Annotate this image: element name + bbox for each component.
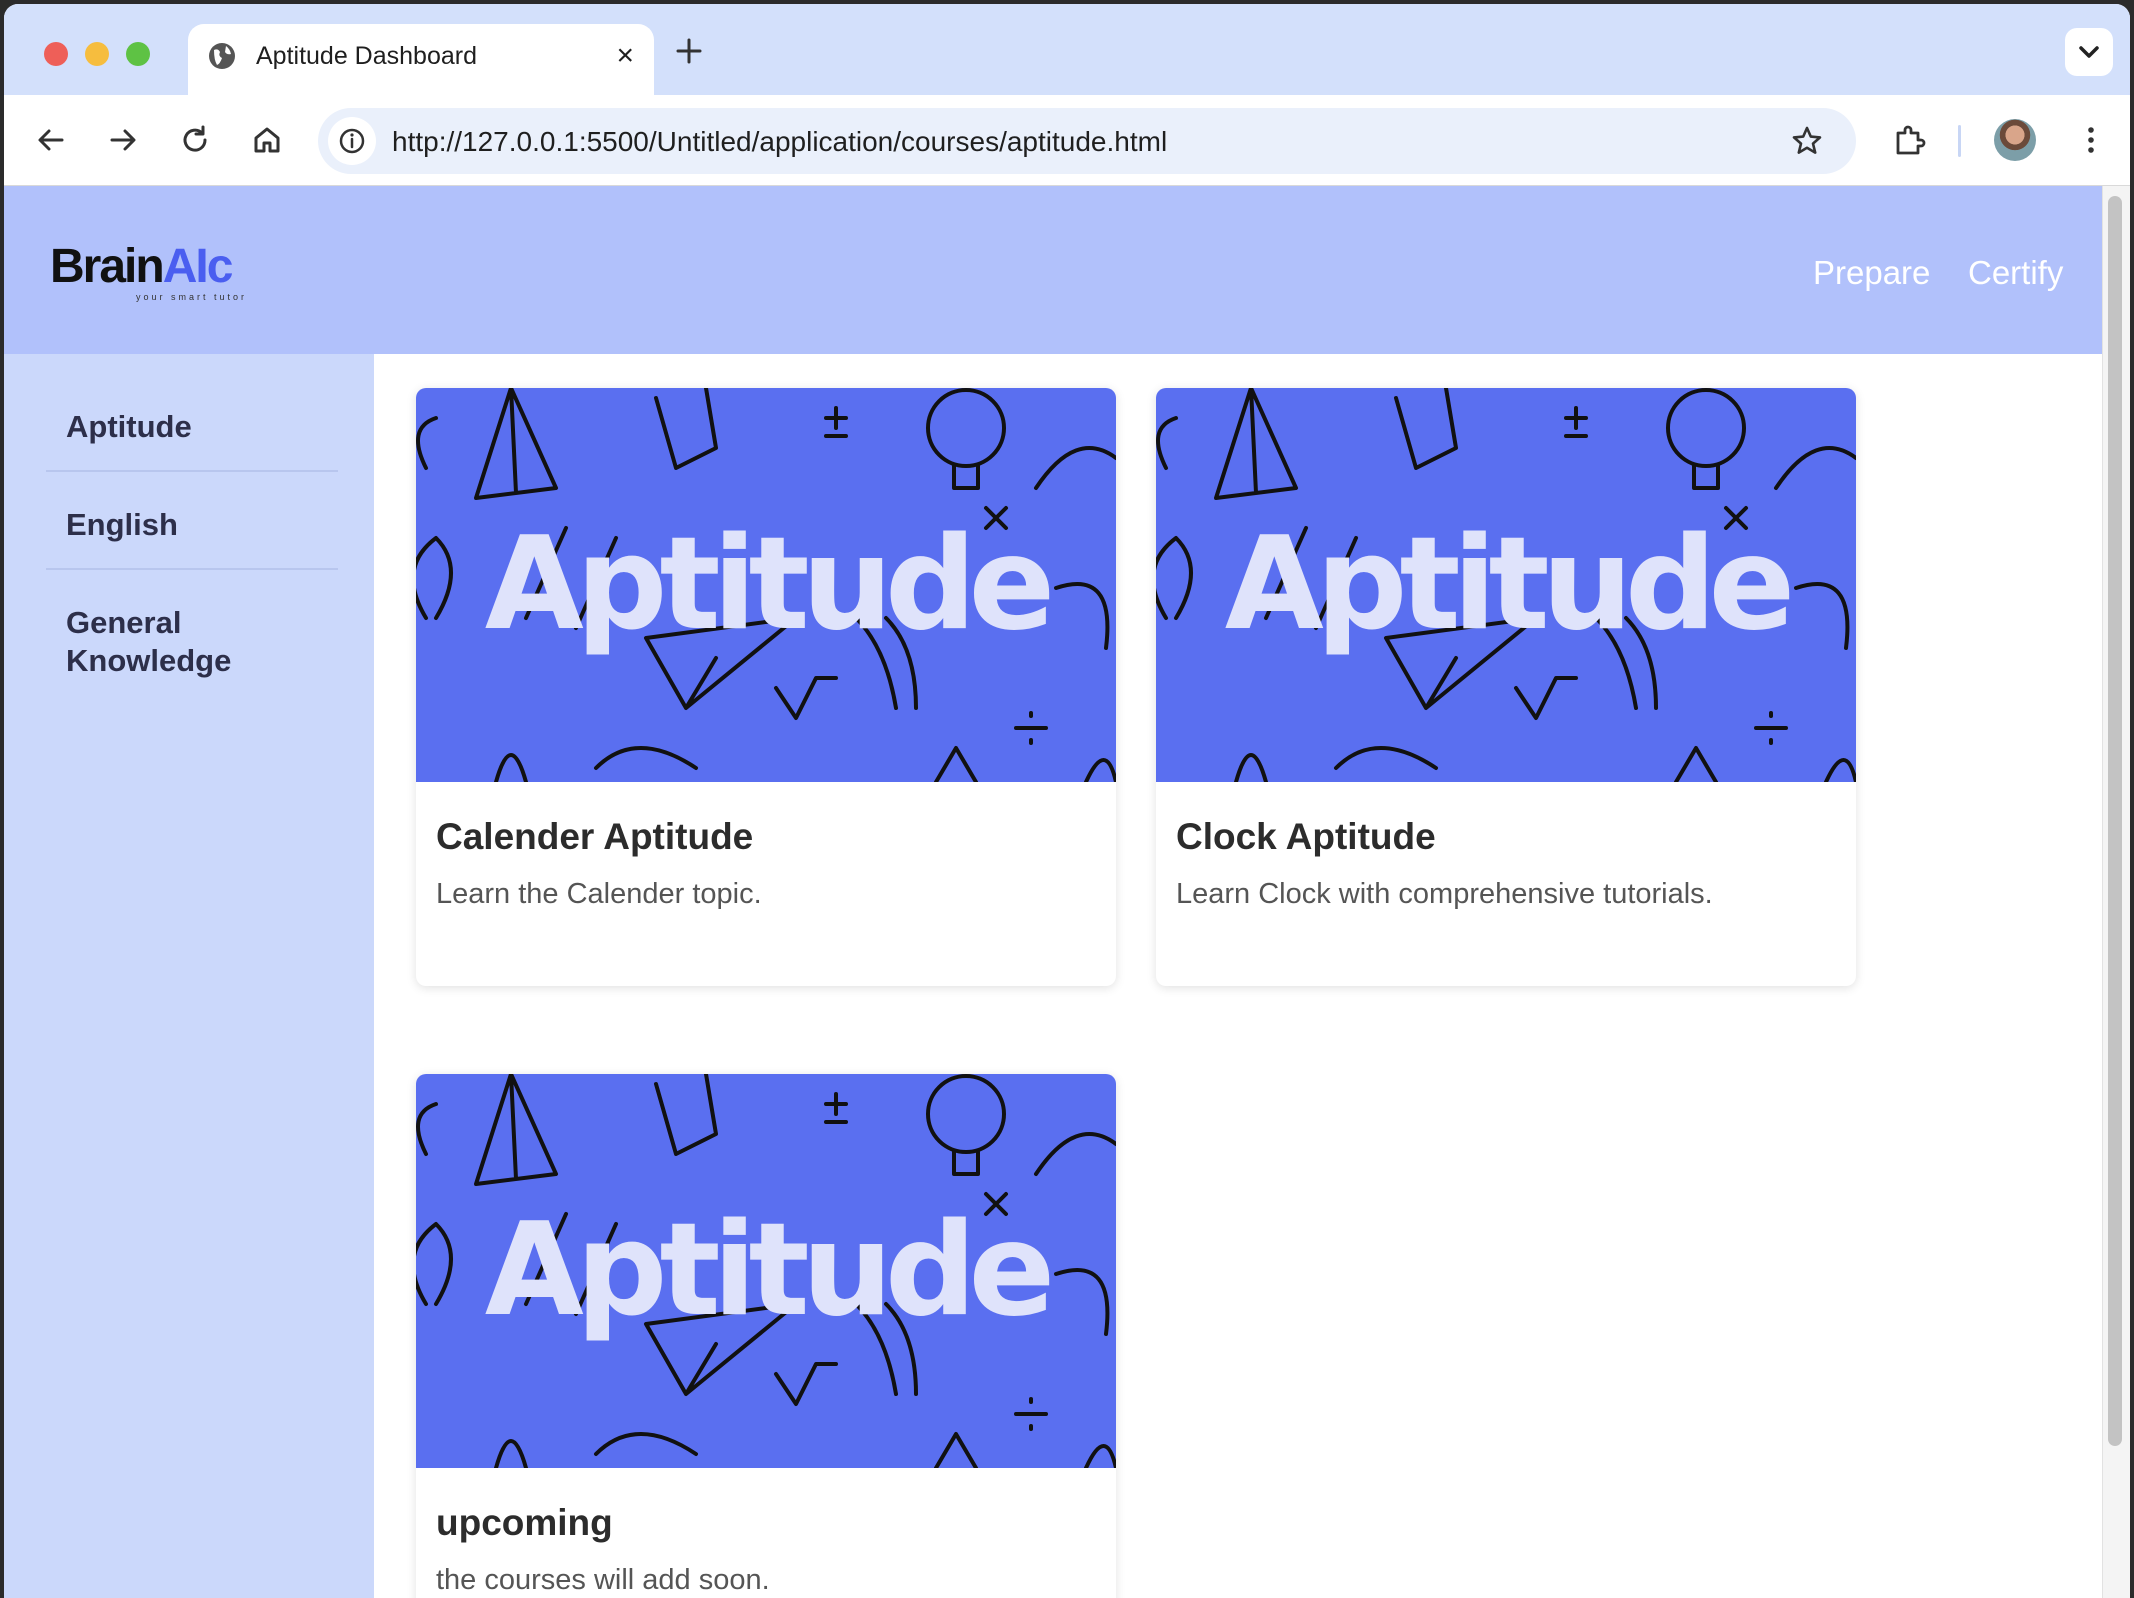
extensions-puzzle-icon[interactable] <box>1892 123 1928 159</box>
course-banner-image: Aptitude <box>416 388 1116 782</box>
course-description: the courses will add soon. <box>436 1564 770 1596</box>
back-arrow-icon[interactable] <box>34 123 68 157</box>
course-card-calender[interactable]: Aptitude Calender Aptitude Learn the Cal… <box>416 388 1116 986</box>
toolbar-divider <box>1958 125 1961 157</box>
svg-text:your smart tutor: your smart tutor <box>136 292 247 302</box>
doodle-pattern: Aptitude <box>416 1074 1116 1468</box>
nav-certify-link[interactable]: Certify <box>1968 254 2063 292</box>
browser-toolbar: http://127.0.0.1:5500/Untitled/applicati… <box>4 95 2130 186</box>
new-tab-icon[interactable] <box>674 36 704 66</box>
scrollbar-thumb[interactable] <box>2108 196 2122 1446</box>
close-icon[interactable]: × <box>616 40 634 72</box>
course-title: upcoming <box>436 1502 613 1543</box>
sidebar: Aptitude English General Knowledge <box>4 354 374 1598</box>
course-card-upcoming[interactable]: Aptitude upcoming the courses will add s… <box>416 1074 1116 1598</box>
window-close-button[interactable] <box>44 42 68 66</box>
nav-prepare-link[interactable]: Prepare <box>1813 254 1930 292</box>
page-viewport: BrainAIc your smart tutor Prepare Certif… <box>4 186 2130 1598</box>
doodle-pattern: Aptitude <box>416 388 1116 782</box>
tab-title: Aptitude Dashboard <box>256 42 477 70</box>
more-menu-icon[interactable] <box>2074 123 2108 157</box>
brand-logo[interactable]: BrainAIc your smart tutor <box>48 236 268 306</box>
svg-text:BrainAIc: BrainAIc <box>50 240 233 293</box>
globe-icon <box>209 43 235 69</box>
forward-arrow-icon[interactable] <box>106 123 140 157</box>
tab-strip: Aptitude Dashboard × <box>4 4 2130 95</box>
site-header: BrainAIc your smart tutor Prepare Certif… <box>4 186 2102 354</box>
browser-window: Aptitude Dashboard × http://127.0.0.1:55… <box>4 4 2130 1598</box>
sidebar-item-general-knowledge[interactable]: General Knowledge <box>46 604 296 680</box>
bookmark-star-icon[interactable] <box>1790 124 1824 158</box>
browser-tab[interactable]: Aptitude Dashboard × <box>188 24 654 95</box>
svg-text:Aptitude: Aptitude <box>485 510 1050 659</box>
chevron-down-icon <box>2079 46 2099 58</box>
course-title: Calender Aptitude <box>436 816 754 857</box>
window-minimize-button[interactable] <box>85 42 109 66</box>
sidebar-divider <box>46 470 338 472</box>
info-icon <box>339 128 365 154</box>
home-icon[interactable] <box>250 123 284 157</box>
window-maximize-button[interactable] <box>126 42 150 66</box>
url-text[interactable]: http://127.0.0.1:5500/Untitled/applicati… <box>392 126 1167 158</box>
logo-image: BrainAIc your smart tutor <box>50 240 247 302</box>
course-banner-image: Aptitude <box>416 1074 1116 1468</box>
course-description: Learn Clock with comprehensive tutorials… <box>1176 878 1713 910</box>
sidebar-item-aptitude[interactable]: Aptitude <box>46 408 338 446</box>
course-description: Learn the Calender topic. <box>436 878 762 910</box>
sidebar-item-english[interactable]: English <box>46 506 338 544</box>
tab-search-button[interactable] <box>2065 28 2113 76</box>
svg-text:Aptitude: Aptitude <box>1225 510 1790 659</box>
course-title: Clock Aptitude <box>1176 816 1436 857</box>
course-banner-image: Aptitude <box>1156 388 1856 782</box>
address-bar[interactable]: http://127.0.0.1:5500/Untitled/applicati… <box>318 108 1856 174</box>
reload-icon[interactable] <box>178 123 212 157</box>
svg-text:Aptitude: Aptitude <box>485 1196 1050 1345</box>
doodle-pattern: Aptitude <box>1156 388 1856 782</box>
site-info-button[interactable] <box>328 117 376 165</box>
course-card-clock[interactable]: Aptitude Clock Aptitude Learn Clock with… <box>1156 388 1856 986</box>
profile-avatar[interactable] <box>1994 119 2036 161</box>
sidebar-divider <box>46 568 338 570</box>
